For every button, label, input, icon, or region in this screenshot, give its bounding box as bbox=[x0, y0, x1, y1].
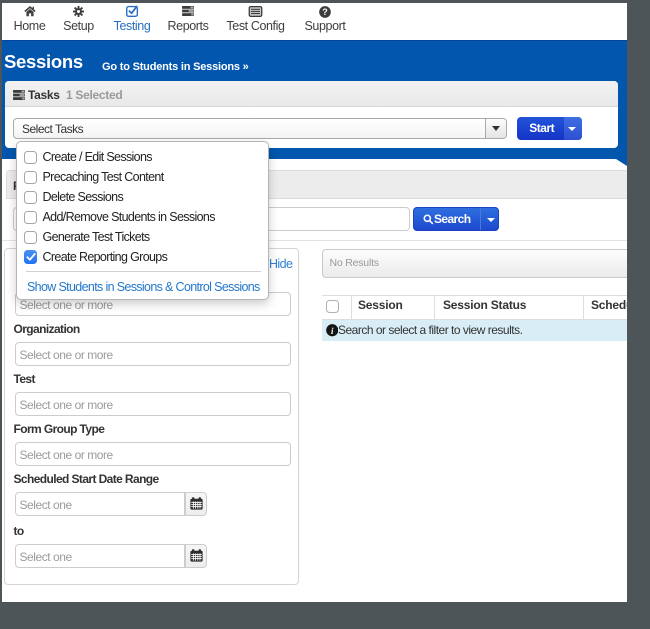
svg-text:?: ? bbox=[322, 7, 328, 17]
